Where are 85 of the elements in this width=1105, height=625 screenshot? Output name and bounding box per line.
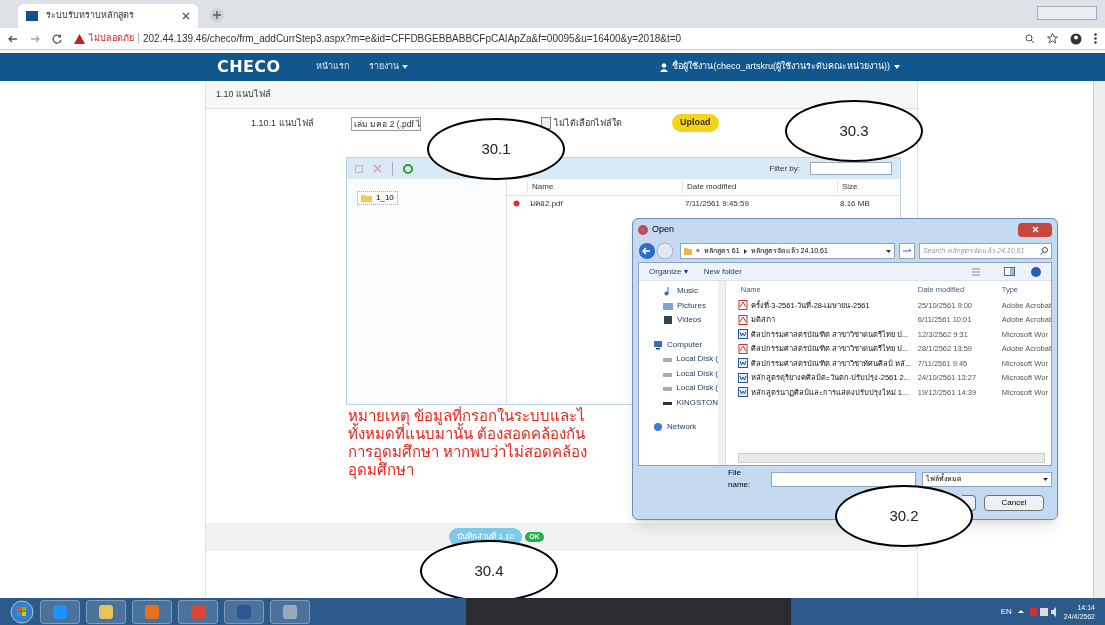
toolbar-button[interactable]: New folder	[703, 265, 742, 278]
refresh-icon[interactable]	[403, 163, 413, 174]
section-title: 1.10 แนบไฟล์	[216, 87, 272, 101]
nav-link[interactable]: รายงาน	[369, 60, 409, 74]
refresh-icon[interactable]	[899, 243, 915, 259]
filter-field[interactable]	[810, 162, 892, 175]
user-menu[interactable]: ชื่อผู้ใช้งาน(checo_artskru(ผู้ใช้งานระดับคณะหน่วยงาน))	[660, 60, 900, 74]
nav-pane-item[interactable]: Videos	[677, 314, 702, 327]
warning-note: หมายเหตุ ข้อมูลที่กรอกในระบบและไ ทั้งหมดที่แนบมานั้น ต้องสอดคล้องกัน การอุดมศึกษา หากพบว่าไม่สอดคล้อง อุดมศึกษา	[348, 407, 588, 479]
horizontal-scrollbar[interactable]	[737, 453, 1045, 463]
nav-pane-item[interactable]: Local Disk (	[676, 382, 719, 395]
browser-tab[interactable]: ระบบรับทราบหลักสูตร	[18, 4, 198, 28]
column-header[interactable]: Size	[837, 181, 897, 193]
taskbar-app[interactable]	[270, 599, 310, 624]
file-status: ไม่ได้เลือกไฟล์ใด	[554, 117, 622, 130]
start-button[interactable]	[10, 599, 34, 624]
column-header[interactable]: Name	[527, 181, 682, 193]
language-indicator[interactable]: EN	[1000, 605, 1012, 618]
nav-pane-item[interactable]: Computer	[667, 338, 703, 351]
pdf-file-icon	[513, 200, 520, 207]
chevron-icon	[743, 248, 747, 254]
site-icon	[26, 11, 38, 21]
tray-icons[interactable]	[1017, 606, 1058, 617]
word-file-icon	[737, 372, 748, 383]
caret-icon[interactable]	[1043, 477, 1048, 481]
pdf-file-icon	[737, 343, 748, 354]
search-icon[interactable]	[1040, 247, 1048, 255]
caret-icon[interactable]	[886, 249, 891, 253]
reload-icon[interactable]	[52, 33, 62, 44]
taskbar-app[interactable]	[224, 599, 264, 624]
pdf-file-icon	[737, 314, 748, 325]
file-name[interactable]: มคอ2.pdf	[526, 197, 681, 210]
nav-pane-item[interactable]: Local Disk (	[676, 353, 719, 366]
close-icon[interactable]	[182, 12, 190, 20]
caret-icon	[402, 65, 409, 69]
account-icon[interactable]	[1070, 32, 1082, 45]
taskbar-app[interactable]	[40, 599, 80, 624]
nav-pane-item[interactable]: Music	[677, 285, 698, 298]
file-select[interactable]: เล่ม มคอ 2 (.pdf ไ	[351, 117, 421, 131]
app-logo[interactable]: CHECO	[217, 55, 281, 79]
folder-item[interactable]: 1_10	[357, 191, 398, 205]
nav-pane-item[interactable]: KINGSTON	[676, 396, 719, 409]
taskbar-app[interactable]	[178, 599, 218, 624]
filter-label: Filter by:	[769, 162, 800, 175]
word-file-icon	[737, 329, 748, 340]
scrollbar[interactable]	[1093, 81, 1105, 598]
pictures-icon	[663, 300, 673, 311]
back-icon[interactable]	[8, 33, 18, 44]
videos-icon	[663, 315, 673, 326]
star-icon[interactable]	[1047, 33, 1058, 44]
file-date: 7/11/2561 9:45:59	[684, 197, 750, 210]
nav-pane-item[interactable]: Pictures	[677, 299, 706, 312]
user-icon	[660, 62, 669, 72]
more-icon[interactable]	[1094, 33, 1097, 44]
nav-pane-item[interactable]: Network	[667, 421, 697, 434]
cancel-button[interactable]: Cancel	[984, 495, 1044, 511]
upload-button[interactable]: Upload	[672, 114, 719, 132]
pdf-file-icon	[737, 300, 748, 311]
column-header[interactable]: Date modified	[682, 181, 837, 193]
taskbar-app[interactable]	[132, 599, 172, 624]
computer-icon	[653, 339, 663, 350]
field-label: 1.10.1 แนบไฟล์	[251, 117, 315, 130]
forward-icon[interactable]	[30, 33, 40, 44]
browser-logo-icon	[638, 224, 648, 235]
close-icon	[1031, 226, 1039, 233]
file-name-label: File name:	[728, 467, 752, 491]
url-text[interactable]: 202.44.139.46/checo/frm_addCurrStep3.aspx?m=e&id=CFFDBGEBBABBCFpCAIApZa&f=00095&u=16400&y=2018&t=0	[143, 31, 682, 46]
word-file-icon	[737, 387, 748, 398]
taskbar-app[interactable]	[86, 599, 126, 624]
file-name-field[interactable]	[771, 471, 917, 487]
security-label[interactable]: ไม่ปลอดภัย	[89, 31, 134, 46]
zoom-icon[interactable]	[1025, 33, 1035, 44]
toolbar-button[interactable]: Organize ▾	[649, 265, 688, 278]
nav-link[interactable]: หน้าแรก	[316, 60, 350, 74]
close-button[interactable]	[1018, 222, 1052, 237]
new-tab-icon[interactable]	[210, 8, 224, 22]
scrollbar[interactable]	[718, 281, 726, 465]
warning-icon	[74, 33, 85, 44]
preview-pane-icon[interactable]	[1004, 267, 1015, 276]
nav-pane-item[interactable]: Local Disk (	[676, 367, 719, 380]
file-size: 8.16 MB	[839, 197, 871, 210]
word-file-icon	[737, 358, 748, 369]
caret-icon	[894, 65, 900, 69]
dialog-title: Open	[652, 222, 675, 236]
back-forward-icon[interactable]	[638, 242, 676, 260]
